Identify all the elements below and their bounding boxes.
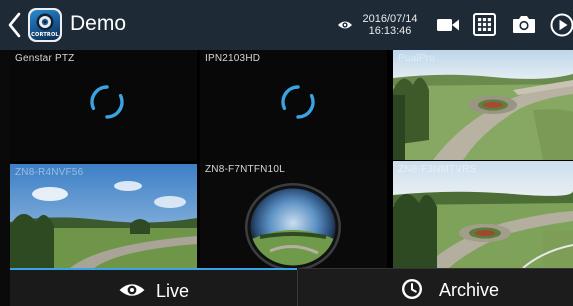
play-button[interactable]	[550, 13, 573, 42]
clock-icon	[401, 278, 423, 305]
camera-feed-image	[245, 183, 341, 268]
camera-tile-6[interactable]: ZN8-F3NMTVRS	[393, 161, 573, 268]
tab-archive-label: Archive	[439, 280, 500, 300]
camera-icon	[513, 16, 535, 33]
camera-tile-3[interactable]: PualPro	[393, 50, 573, 160]
tab-archive[interactable]: Archive	[298, 268, 573, 306]
loading-spinner-icon	[90, 85, 124, 119]
camera-label: ZN8-R4NVF56	[15, 167, 84, 178]
camera-tile-5[interactable]: ZN8-F7NTFN10L	[200, 161, 387, 268]
date-text: 2016/07/14	[362, 13, 418, 25]
layout-button[interactable]	[473, 13, 496, 41]
tab-live[interactable]: Live	[10, 268, 297, 306]
camera-tile-4[interactable]: ZN8-R4NVF56	[10, 164, 197, 268]
page-title: Demo	[70, 12, 127, 35]
camera-tile-1[interactable]: Genstar PTZ	[10, 50, 197, 161]
app-logo: CORTROL	[28, 8, 62, 42]
eye-icon	[118, 281, 146, 304]
loading-spinner-icon	[281, 85, 315, 119]
camera-label: Genstar PTZ	[15, 53, 75, 64]
camera-tile-2[interactable]: IPN2103HD	[200, 50, 387, 161]
timestamp: 2016/07/14 16:13:46	[359, 13, 421, 37]
camera-feed-image	[10, 164, 197, 268]
camera-label: IPN2103HD	[205, 53, 261, 64]
camera-label: ZN8-F3NMTVRS	[398, 164, 477, 175]
camera-feed-image	[393, 50, 573, 160]
record-button[interactable]	[436, 16, 460, 39]
snapshot-button[interactable]	[512, 14, 536, 39]
play-icon	[550, 13, 573, 37]
camera-grid: Genstar PTZ IPN2103HD PualPro ZN8-R4NVF5…	[10, 50, 573, 268]
tab-live-label: Live	[156, 281, 190, 301]
chevron-left-icon	[8, 12, 21, 38]
eye-icon	[337, 18, 353, 36]
header-bar: CORTROL Demo 2016/07/14 16:13:46	[0, 0, 573, 50]
logo-text: CORTROL	[31, 32, 59, 38]
camera-label: ZN8-F7NTFN10L	[205, 164, 285, 175]
time-text: 16:13:46	[368, 25, 412, 37]
back-button[interactable]	[7, 12, 21, 38]
camera-label: PualPro	[398, 53, 435, 64]
bottom-tab-bar: Live Archive	[10, 268, 573, 306]
grid-icon	[473, 13, 496, 36]
camera-feed-image	[393, 161, 573, 268]
video-camera-icon	[437, 19, 459, 31]
